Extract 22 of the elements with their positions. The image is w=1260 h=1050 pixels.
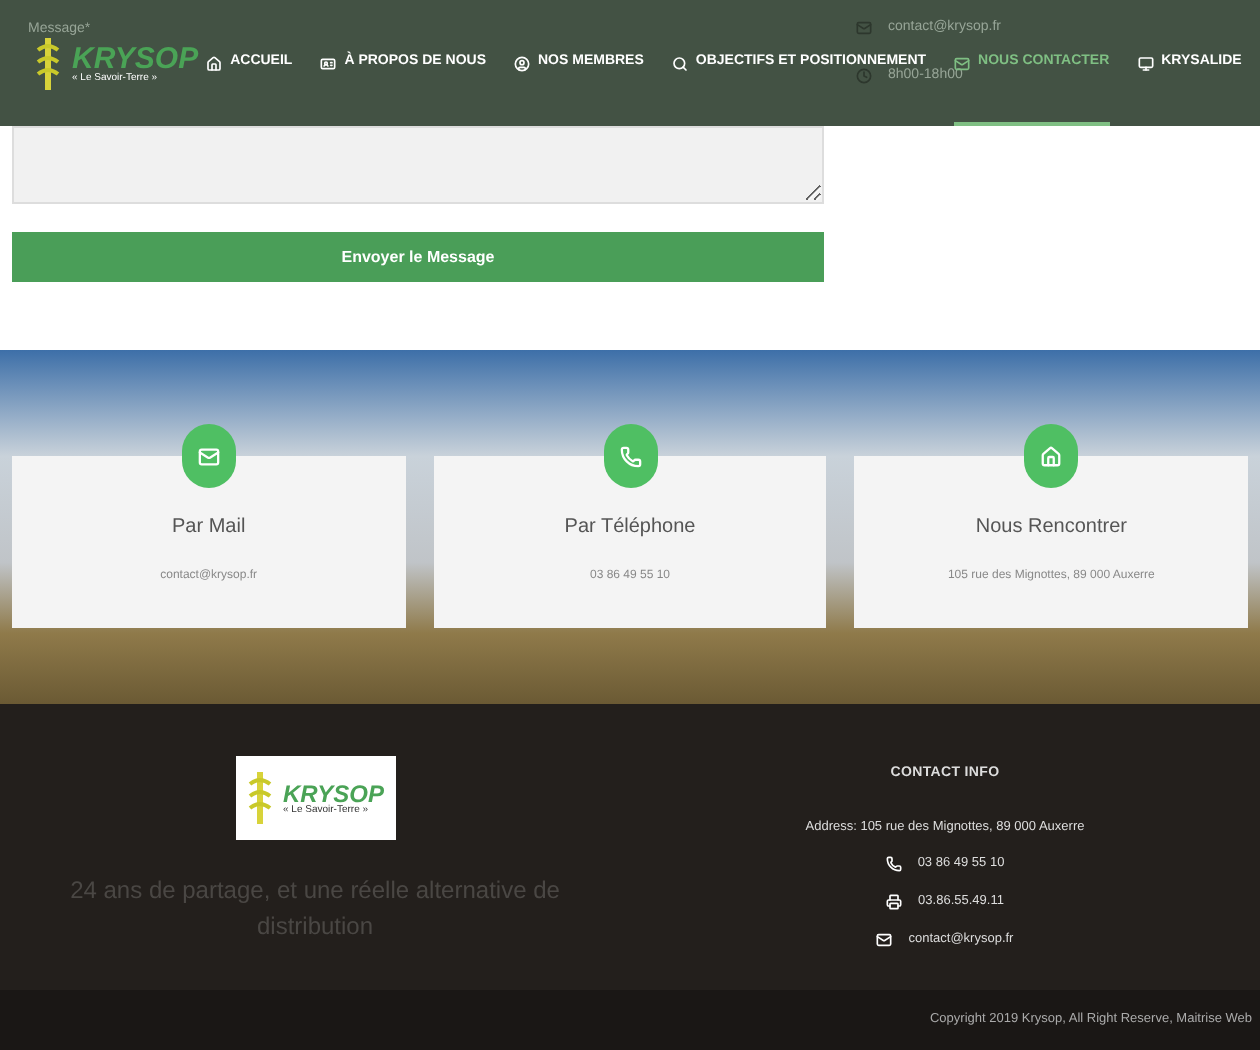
user-icon xyxy=(514,55,530,71)
fax-icon xyxy=(886,893,903,910)
card-title: Par Téléphone xyxy=(564,514,696,542)
wheat-icon xyxy=(32,33,64,93)
phone-icon xyxy=(885,856,902,873)
mail-icon xyxy=(856,20,872,37)
card-title: Par Mail xyxy=(171,514,246,542)
search-icon xyxy=(671,55,688,71)
clock-icon xyxy=(856,68,872,85)
mail-icon xyxy=(197,445,220,467)
logo-name: KRYSOP xyxy=(72,43,199,73)
mail-icon xyxy=(954,55,971,71)
mail-icon xyxy=(876,931,893,948)
monitor-icon xyxy=(1137,55,1154,71)
home-icon xyxy=(1040,445,1063,467)
card-title: Nous Rencontrer xyxy=(975,514,1127,542)
phone-icon xyxy=(619,445,641,467)
wheat-icon xyxy=(243,768,275,828)
message-field[interactable] xyxy=(12,126,824,204)
logo-name: KRYSOP xyxy=(283,781,384,805)
id-card-icon xyxy=(320,55,337,71)
home-icon xyxy=(206,55,223,71)
